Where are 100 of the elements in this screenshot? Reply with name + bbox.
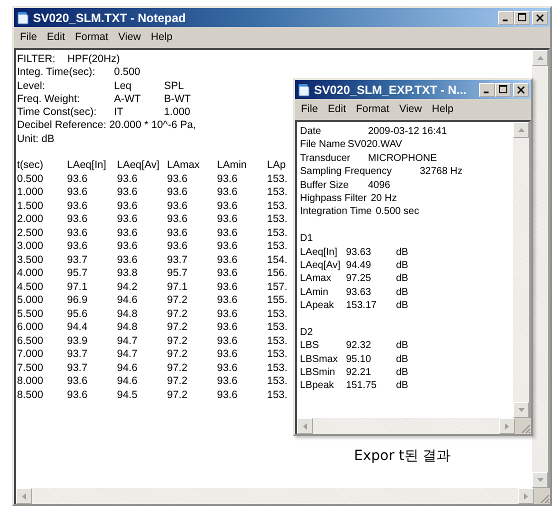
header-label: Time Const(sec): xyxy=(17,106,98,120)
menu-item[interactable]: Format xyxy=(352,102,394,114)
table-cell-text: 97.2 xyxy=(167,362,188,376)
measure-label: LBSmin xyxy=(300,366,336,380)
measure-label: LAeq[Av] xyxy=(300,258,342,272)
menu-item[interactable]: Edit xyxy=(324,102,350,114)
table-cell-text: 6.500 xyxy=(17,334,44,348)
table-cell: 154. xyxy=(267,254,288,268)
minimize-button[interactable] xyxy=(479,82,495,96)
table-cell-text: 8.000 xyxy=(17,375,44,389)
scroll-up-icon[interactable] xyxy=(532,50,548,66)
header-value: SPL xyxy=(164,80,185,93)
horizontal-scrollbar[interactable] xyxy=(295,418,531,434)
field-label: Sampling Frequency xyxy=(300,165,392,179)
table-cell-text: 94.8 xyxy=(117,308,138,322)
table-cell: 156. xyxy=(267,267,288,281)
measure-label: LAmax xyxy=(300,272,332,286)
measure-unit: dB xyxy=(396,246,408,259)
table-cell-text: 93.6 xyxy=(217,240,238,254)
menu-item[interactable]: File xyxy=(16,30,41,42)
table-cell-text: 3.000 xyxy=(17,240,44,254)
table-cell-text: 93.6 xyxy=(217,375,238,389)
menu-item[interactable]: Help xyxy=(146,30,176,42)
column-header: LAmax xyxy=(167,159,201,173)
scroll-left-icon[interactable] xyxy=(297,418,313,434)
table-cell-text: 93.8 xyxy=(117,267,138,281)
scroll-up-icon[interactable] xyxy=(513,122,529,138)
table-cell-text: 97.2 xyxy=(167,294,188,308)
menu-item[interactable]: Edit xyxy=(42,30,70,42)
column-header: LAmin xyxy=(217,159,248,173)
table-cell-text: 5.000 xyxy=(17,294,44,308)
menu-item[interactable]: Help xyxy=(428,102,458,114)
scroll-left-icon[interactable] xyxy=(16,488,32,504)
measure-label: LBS xyxy=(300,339,320,353)
table-cell-text: 93.6 xyxy=(67,186,88,200)
scroll-down-icon[interactable] xyxy=(513,402,529,418)
column-header: LAp xyxy=(267,159,286,173)
header-label: FILTER: xyxy=(17,53,56,66)
table-cell-text: 97.2 xyxy=(167,388,188,402)
menu-item[interactable]: View xyxy=(395,102,426,114)
table-cell: 153. xyxy=(267,213,288,227)
resize-grip-icon[interactable] xyxy=(515,418,531,434)
menu-item[interactable]: View xyxy=(114,30,145,42)
close-button[interactable] xyxy=(513,82,529,96)
header-value: 0.500 xyxy=(114,66,142,80)
table-cell-text: 93.7 xyxy=(67,254,88,268)
vertical-scrollbar[interactable] xyxy=(513,122,529,418)
window-title: SV020_SLM.TXT - Notepad xyxy=(33,10,187,24)
table-cell-text: 93.6 xyxy=(117,213,138,227)
table-cell-text: 93.6 xyxy=(167,240,188,254)
measure-unit: dB xyxy=(396,258,408,272)
field-value: 0.500 sec xyxy=(376,205,420,219)
close-icon xyxy=(536,14,544,22)
measure-value: 93.63 xyxy=(346,286,372,300)
maximize-button[interactable] xyxy=(514,10,530,24)
minimize-button[interactable] xyxy=(498,10,514,24)
resize-grip-icon[interactable] xyxy=(534,488,550,504)
table-cell: 153. xyxy=(267,226,288,240)
field-label: Buffer Size xyxy=(300,178,350,192)
table-cell: 153. xyxy=(267,240,288,254)
table-cell-text: 93.6 xyxy=(217,348,238,362)
measure-label: LApeak xyxy=(300,299,335,312)
measure-value: 95.10 xyxy=(346,352,372,366)
menu-item[interactable]: Format xyxy=(71,30,112,42)
table-cell-text: 94.7 xyxy=(117,334,138,348)
table-cell-text: 93.6 xyxy=(217,362,238,376)
column-header: LAeq[Av] xyxy=(117,159,160,173)
field-value: 2009-03-12 16:41 xyxy=(368,125,447,138)
vertical-scrollbar[interactable] xyxy=(532,50,548,488)
measure-label: LBpeak xyxy=(300,379,335,393)
horizontal-scrollbar[interactable] xyxy=(14,488,550,504)
scroll-right-icon[interactable] xyxy=(518,488,534,504)
table-cell: 153. xyxy=(267,362,288,376)
table-cell-text: 93.6 xyxy=(167,213,188,227)
close-button[interactable] xyxy=(532,10,548,24)
table-cell-text: 94.6 xyxy=(117,362,138,376)
table-cell-text: 94.6 xyxy=(117,294,138,308)
menu-item[interactable]: File xyxy=(297,102,322,114)
notepad-icon xyxy=(298,82,310,96)
table-cell-text: 95.7 xyxy=(67,267,88,281)
table-cell-text: 93.6 xyxy=(67,388,88,402)
table-cell: 157. xyxy=(267,280,288,294)
table-cell-text: 3.500 xyxy=(17,254,44,268)
field-value: MICROPHONE xyxy=(368,152,437,166)
column-header: LAeq[In] xyxy=(67,159,108,173)
section-heading: D2 xyxy=(300,326,313,340)
field-value: 32768 Hz xyxy=(420,165,463,179)
maximize-button[interactable] xyxy=(495,82,511,96)
scroll-down-icon[interactable] xyxy=(532,472,548,488)
scroll-right-icon[interactable] xyxy=(499,418,515,434)
table-cell-text: 93.6 xyxy=(217,172,238,186)
measure-value: 92.32 xyxy=(346,339,372,353)
table-cell-text: 93.6 xyxy=(67,240,88,254)
header-value: B-WT xyxy=(164,92,192,106)
table-cell-text: 7.000 xyxy=(17,348,44,362)
header-value: Leq xyxy=(114,80,133,93)
table-cell: 153. xyxy=(267,375,288,389)
table-cell-text: 94.4 xyxy=(67,321,88,335)
table-cell-text: 93.6 xyxy=(217,280,238,294)
table-cell-text: 95.7 xyxy=(167,267,188,281)
